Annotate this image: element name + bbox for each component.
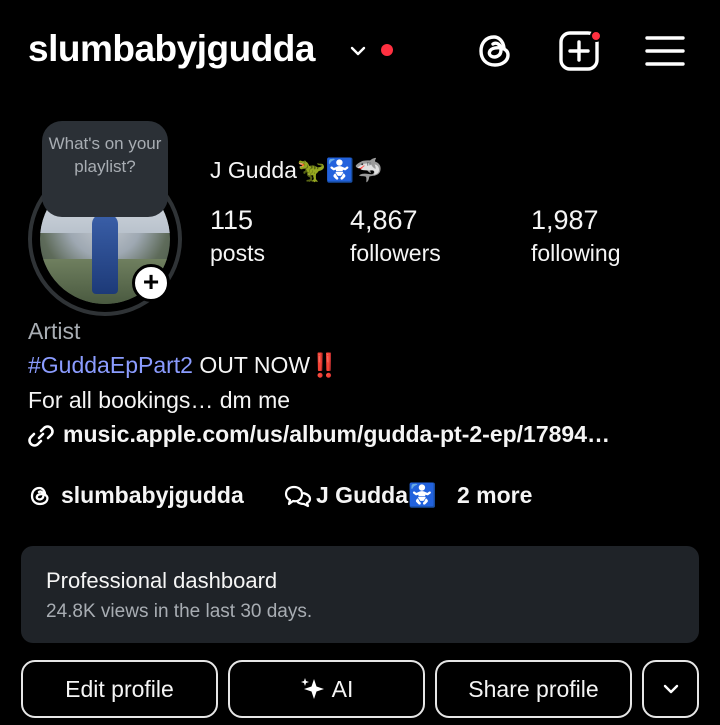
bio-line: #GuddaEpPart2 OUT NOW‼️	[28, 352, 339, 379]
threads-icon	[30, 486, 49, 506]
add-story-button[interactable]: +	[132, 264, 170, 302]
more-links[interactable]: 2 more	[457, 482, 532, 509]
bio-line: For all bookings… dm me	[28, 387, 291, 413]
chevron-down-icon[interactable]	[348, 41, 368, 61]
posts-stat[interactable]: 115 posts	[210, 204, 265, 270]
threads-icon[interactable]	[474, 30, 516, 72]
edit-profile-button[interactable]: Edit profile	[21, 660, 218, 718]
following-label: following	[531, 240, 621, 266]
dashboard-subtitle: 24.8K views in the last 30 days.	[46, 601, 313, 622]
chevron-down-icon	[663, 684, 678, 694]
suggested-accounts-button[interactable]	[642, 660, 699, 718]
link-text: music.apple.com/us/album/gudda-pt-2-ep/1…	[63, 421, 611, 447]
linked-account-icon	[284, 485, 312, 508]
external-link[interactable]: music.apple.com/us/album/gudda-pt-2-ep/1…	[28, 420, 708, 452]
note-bubble[interactable]: What's on your playlist?	[42, 121, 168, 217]
followers-count: 4,867	[350, 205, 418, 235]
ai-button[interactable]: AI	[228, 660, 425, 718]
linked-account-link[interactable]: J Gudda🚼	[316, 482, 437, 509]
profile-header: slumbabyjgudda	[0, 0, 720, 100]
menu-icon[interactable]	[644, 30, 686, 72]
create-notification-dot	[590, 30, 602, 42]
following-stat[interactable]: 1,987 following	[531, 204, 621, 270]
linked-profiles: slumbabyjgudda J Gudda🚼 2 more	[28, 480, 708, 512]
dashboard-title: Professional dashboard	[46, 568, 278, 593]
followers-label: followers	[350, 240, 441, 266]
hashtag-link[interactable]: #GuddaEpPart2	[28, 352, 193, 378]
posts-count: 115	[210, 205, 254, 235]
followers-stat[interactable]: 4,867 followers	[350, 204, 441, 270]
bio-emoji: ‼️	[310, 352, 339, 378]
link-icon	[28, 425, 54, 447]
sparkle-icon	[300, 677, 324, 699]
posts-label: posts	[210, 240, 265, 266]
username-switcher[interactable]: slumbabyjgudda	[28, 28, 315, 70]
following-count: 1,987	[531, 205, 599, 235]
professional-dashboard[interactable]: Professional dashboard 24.8K views in th…	[21, 546, 699, 643]
ai-label: AI	[331, 676, 354, 702]
bio-text: OUT NOW	[192, 352, 311, 378]
display-name: J Gudda🦖🚼🦈	[210, 157, 383, 183]
notification-dot	[381, 44, 393, 56]
share-profile-button[interactable]: Share profile	[435, 660, 632, 718]
threads-handle-link[interactable]: slumbabyjgudda	[61, 482, 244, 509]
profile-category: Artist	[28, 318, 81, 344]
avatar-photo-person	[92, 214, 118, 294]
